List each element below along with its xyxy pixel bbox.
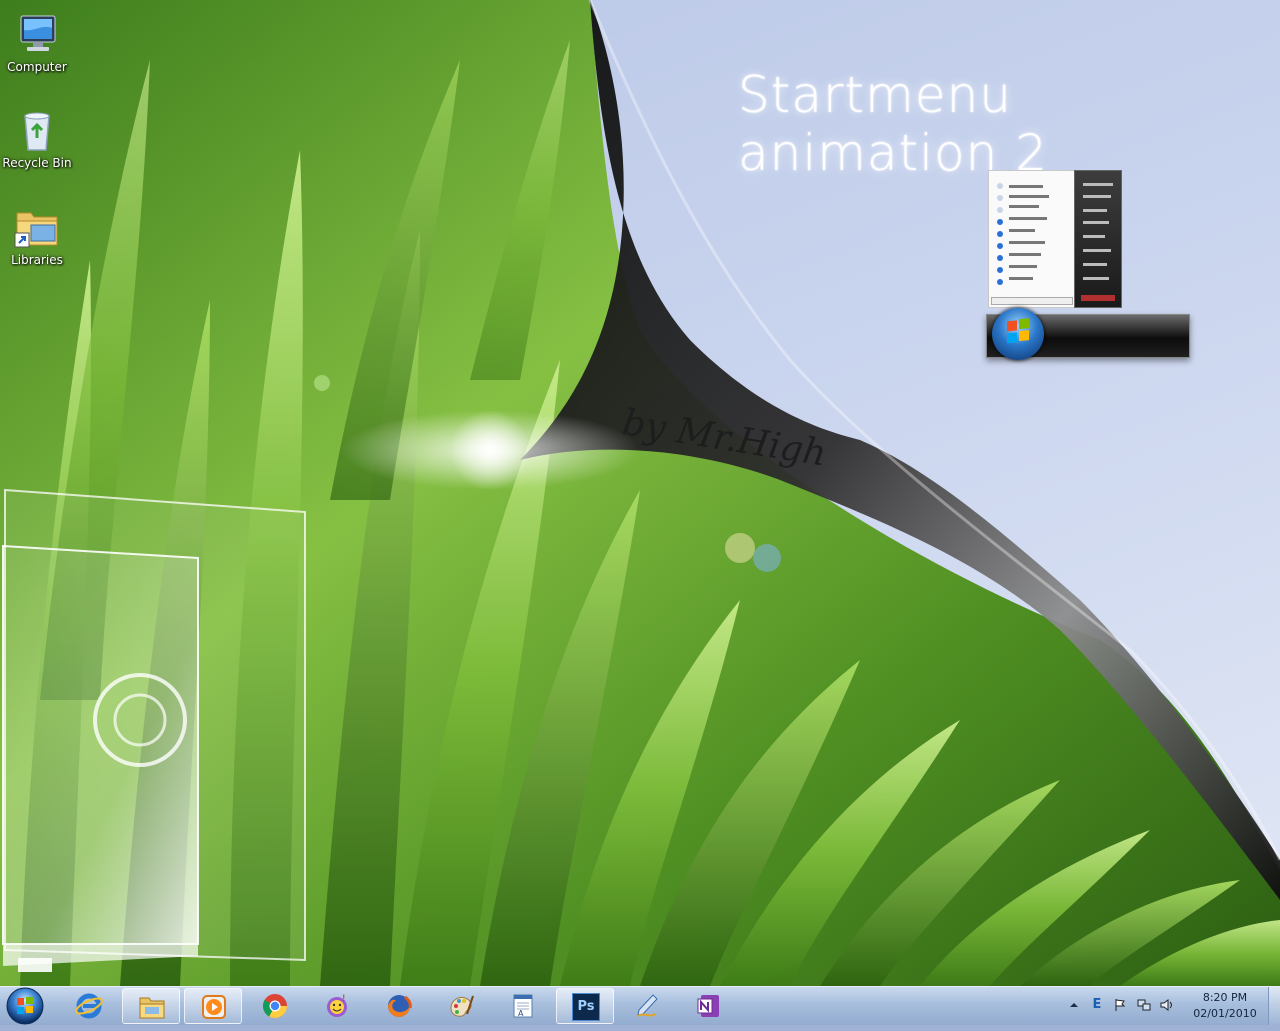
desktop-icon-label: Libraries (11, 253, 63, 267)
svg-text:A: A (518, 1009, 524, 1018)
computer-icon (13, 10, 61, 58)
onenote-icon (697, 995, 719, 1017)
taskbar-item-internet-explorer[interactable] (60, 988, 118, 1024)
clock[interactable]: 8:20 PM 02/01/2010 (1186, 990, 1264, 1022)
taskbar-item-pen-tool[interactable] (618, 988, 676, 1024)
wallpaper-title: Startmenu animation 2 (738, 66, 1049, 182)
show-desktop-button[interactable] (1268, 987, 1280, 1025)
taskbar: ! A Ps E 8:20 PM 02/01/2010 (0, 986, 1280, 1025)
start-menu-preview-right-pane (1074, 170, 1122, 308)
network-icon[interactable] (1137, 998, 1151, 1012)
action-center-flag-icon[interactable] (1113, 998, 1127, 1012)
pen-tool-icon (637, 994, 658, 1017)
taskbar-item-windows-explorer[interactable] (122, 988, 180, 1024)
start-button[interactable] (3, 985, 47, 1027)
messenger-icon: ! (327, 994, 347, 1017)
wordpad-icon: A (513, 994, 533, 1018)
start-menu-preview-orb-icon (992, 308, 1044, 360)
start-menu-preview-graphic (986, 168, 1190, 360)
media-player-icon (202, 995, 226, 1019)
firefox-icon (388, 995, 412, 1017)
tray-e-app-icon[interactable]: E (1090, 998, 1104, 1012)
internet-explorer-icon (75, 993, 103, 1019)
show-hidden-icons-button[interactable] (1067, 998, 1081, 1012)
desktop-icon-computer[interactable]: Computer (0, 10, 74, 74)
photoshop-icon: Ps (572, 993, 600, 1021)
clock-date: 02/01/2010 (1193, 1007, 1257, 1020)
taskbar-item-wordpad[interactable]: A (494, 988, 552, 1024)
chrome-icon (262, 994, 287, 1019)
taskbar-item-onenote[interactable] (680, 988, 738, 1024)
desktop-icon-label: Computer (7, 60, 67, 74)
desktop-icon-libraries[interactable]: Libraries (0, 203, 74, 267)
desktop-icon-recycle-bin[interactable]: Recycle Bin (0, 106, 74, 170)
taskbar-item-photoshop[interactable]: Ps (556, 988, 614, 1024)
libraries-folder-icon (13, 203, 61, 251)
volume-icon[interactable] (1160, 998, 1174, 1012)
desktop-icon-label: Recycle Bin (2, 156, 72, 170)
svg-text:!: ! (342, 994, 346, 1004)
desktop-wallpaper: Startmenu animation 2 by Mr.High (0, 0, 1280, 986)
chevron-up-icon (1070, 1003, 1078, 1007)
clock-time: 8:20 PM (1202, 991, 1248, 1004)
recycle-bin-icon (13, 106, 61, 154)
taskbar-item-chrome[interactable] (246, 988, 304, 1024)
photoshop-icon-text: Ps (577, 999, 595, 1014)
paint-icon (450, 995, 474, 1017)
taskbar-item-paint[interactable] (432, 988, 490, 1024)
taskbar-item-messenger[interactable]: ! (308, 988, 366, 1024)
folder-explorer-icon (139, 997, 165, 1019)
windows-start-orb-icon (6, 987, 44, 1025)
start-menu-preview-left-pane (988, 170, 1076, 308)
taskbar-item-media-player[interactable] (184, 988, 242, 1024)
taskbar-item-firefox[interactable] (370, 988, 428, 1024)
